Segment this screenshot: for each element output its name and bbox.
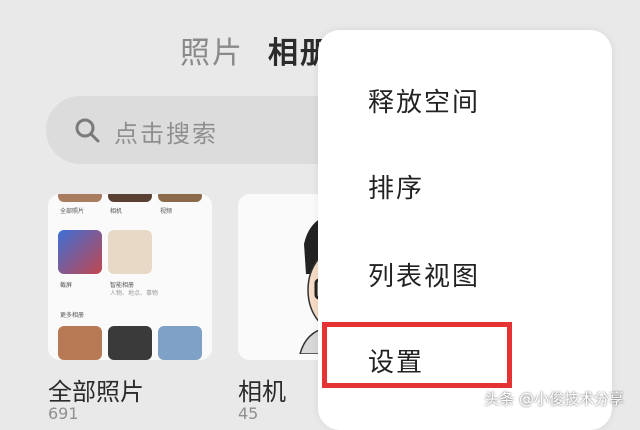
search-placeholder: 点击搜索 [114,120,218,148]
search-icon [75,118,100,143]
preview-label-smart-sub: 人物、地点、事物 [110,290,159,297]
menu-item-free-space[interactable]: 释放空间 [368,82,480,119]
album-name-all-photos: 全部照片 [48,378,144,406]
preview-mid-row [58,230,152,274]
preview-label-screenshots: 截屏 [60,282,73,289]
settings-highlight-box [322,322,512,388]
preview-label-all: 全部照片 [60,208,85,215]
watermark: 头条 @小俊技术分享 [484,390,624,408]
tab-photos[interactable]: 照片 [180,28,244,72]
album-name-camera: 相机 [238,378,286,406]
menu-item-list-view[interactable]: 列表视图 [368,256,480,293]
preview-bottom-row [58,326,202,360]
preview-top-row [58,194,202,202]
preview-label-camera: 相机 [110,208,123,215]
preview-label-more: 更多相册 [60,312,85,319]
album-tabs: 照片 相册 [180,28,332,72]
album-count-camera: 45 [238,404,259,423]
album-card-all-photos[interactable]: 全部照片 相机 视频 截屏 智能相册 人物、地点、事物 更多相册 [48,194,212,360]
preview-label-video: 视频 [160,208,173,215]
menu-item-sort[interactable]: 排序 [368,168,424,205]
album-count-all-photos: 691 [48,404,79,423]
